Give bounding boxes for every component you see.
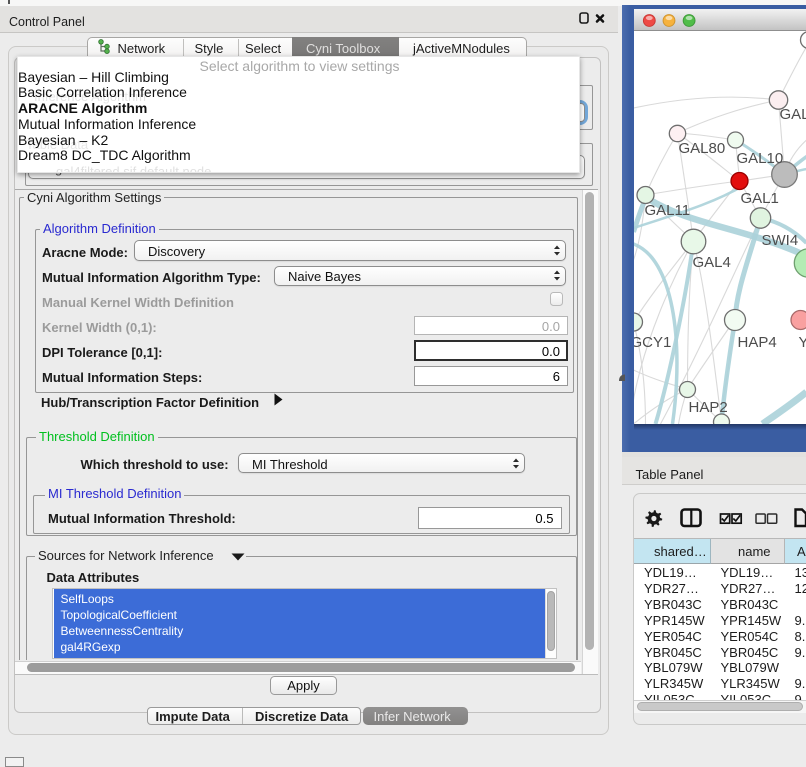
svg-text:GAL1: GAL1 — [740, 190, 778, 207]
svg-text:GAL7: GAL7 — [779, 106, 806, 123]
svg-text:HAP4: HAP4 — [737, 334, 776, 351]
svg-text:SWI4: SWI4 — [761, 232, 798, 249]
svg-text:GAL10: GAL10 — [736, 150, 783, 167]
svg-text:GAL80: GAL80 — [678, 140, 725, 157]
svg-text:GCY1: GCY1 — [634, 334, 671, 351]
svg-text:HAP2: HAP2 — [688, 399, 727, 416]
svg-text:GAL4: GAL4 — [692, 254, 730, 271]
svg-text:GAL11: GAL11 — [644, 202, 690, 219]
svg-text:YB: YB — [798, 334, 806, 351]
